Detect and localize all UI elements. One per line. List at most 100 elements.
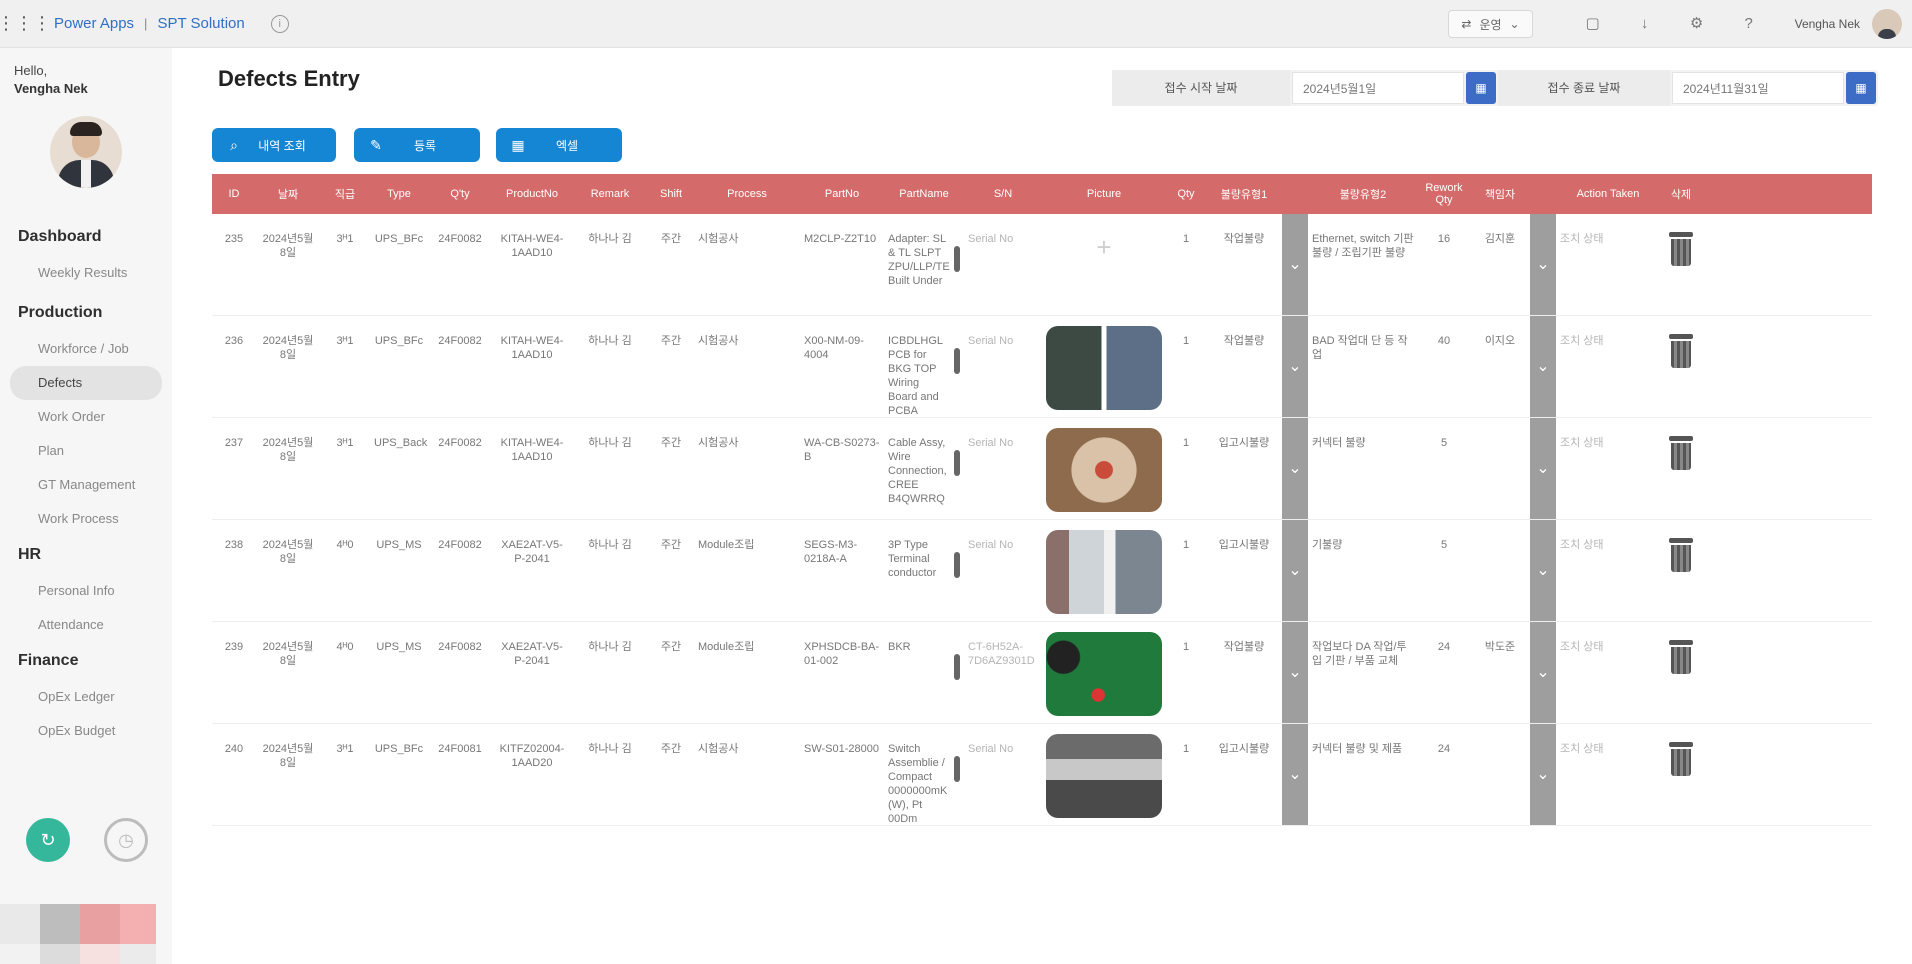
cell-shift: 주간 bbox=[660, 233, 682, 245]
chevron-down-icon[interactable]: ⌄ bbox=[1282, 724, 1308, 825]
end-date-calendar-icon[interactable]: ▦ bbox=[1846, 72, 1876, 104]
trash-icon[interactable] bbox=[1669, 436, 1693, 470]
column-header[interactable]: Action Taken bbox=[1556, 174, 1660, 214]
column-header[interactable]: Process bbox=[694, 174, 800, 214]
column-header[interactable]: ProductNo bbox=[492, 174, 572, 214]
table-row[interactable]: 240 2024년5월8일 3ᴴ1 UPS_BFc 24F0081 KITFZ02004-… bbox=[212, 724, 1872, 826]
table-row[interactable]: 235 2024년5월8일 3ᴴ1 UPS_BFc 24F0082 KITAH-WE4-1… bbox=[212, 214, 1872, 316]
column-header[interactable]: Qty bbox=[1166, 174, 1206, 214]
color-swatches bbox=[0, 894, 160, 964]
table-row[interactable]: 236 2024년5월8일 3ᴴ1 UPS_BFc 24F0082 KITAH-WE4-1… bbox=[212, 316, 1872, 418]
search-button-label: 내역 조회 bbox=[258, 138, 306, 153]
sidebar-item-personal-info[interactable]: Personal Info bbox=[10, 574, 162, 608]
column-header[interactable]: PartName bbox=[884, 174, 964, 214]
cell-action: 조치 상태 bbox=[1560, 233, 1604, 245]
sidebar-item-work-process[interactable]: Work Process bbox=[10, 502, 162, 536]
chevron-down-icon[interactable]: ⌄ bbox=[1530, 520, 1556, 621]
table-row[interactable]: 239 2024년5월8일 4ᴴ0 UPS_MS 24F0082 XAE2AT-V5-P-… bbox=[212, 622, 1872, 724]
start-date-input[interactable]: 2024년5월1일 bbox=[1292, 72, 1464, 104]
topbar-avatar[interactable] bbox=[1872, 9, 1902, 39]
table-row[interactable]: 237 2024년5월8일 3ᴴ1 UPS_Back 24F0082 KITAH-WE4-… bbox=[212, 418, 1872, 520]
column-header[interactable]: 불량유형1 bbox=[1206, 174, 1282, 214]
chevron-down-icon[interactable]: ⌄ bbox=[1282, 316, 1308, 417]
table-row[interactable]: 238 2024년5월8일 4ᴴ0 UPS_MS 24F0082 XAE2AT-V5-P-… bbox=[212, 520, 1872, 622]
add-photo-icon[interactable]: + bbox=[1046, 234, 1162, 260]
sidebar-item-attendance[interactable]: Attendance bbox=[10, 608, 162, 642]
column-header[interactable]: Remark bbox=[572, 174, 648, 214]
sidebar-item-gt-management[interactable]: GT Management bbox=[10, 468, 162, 502]
cell-owner: 김지훈 bbox=[1484, 233, 1516, 245]
gear-icon[interactable]: ⚙ bbox=[1687, 14, 1707, 34]
register-button[interactable]: ✎ 등록 bbox=[354, 128, 480, 162]
sidebar-item-defects[interactable]: Defects bbox=[10, 366, 162, 400]
download-icon[interactable]: ↓ bbox=[1635, 14, 1655, 34]
sidebar-item-plan[interactable]: Plan bbox=[10, 434, 162, 468]
column-header[interactable]: 책임자 bbox=[1470, 174, 1530, 214]
column-header[interactable]: Q'ty bbox=[428, 174, 492, 214]
chevron-down-icon[interactable]: ⌄ bbox=[1282, 520, 1308, 621]
column-header[interactable]: 직급 bbox=[320, 174, 370, 214]
trash-icon[interactable] bbox=[1669, 538, 1693, 572]
cell-rework: 5 bbox=[1440, 539, 1448, 551]
column-header[interactable]: Rework Qty bbox=[1418, 174, 1470, 214]
chevron-down-icon[interactable]: ⌄ bbox=[1530, 418, 1556, 519]
column-header[interactable] bbox=[1530, 174, 1556, 214]
cell-remark: 하나나 김 bbox=[588, 743, 632, 755]
topbar-user-name[interactable]: Vengha Nek bbox=[1795, 17, 1860, 31]
trash-icon[interactable] bbox=[1669, 232, 1693, 266]
column-header[interactable]: S/N bbox=[964, 174, 1042, 214]
trash-icon[interactable] bbox=[1669, 640, 1693, 674]
column-header[interactable]: Shift bbox=[648, 174, 694, 214]
column-header[interactable]: PartNo bbox=[800, 174, 884, 214]
search-button[interactable]: ⌕ 내역 조회 bbox=[212, 128, 336, 162]
sidebar-item-weekly-results[interactable]: Weekly Results bbox=[10, 256, 162, 290]
defect-photo[interactable] bbox=[1046, 530, 1162, 614]
chevron-down-icon[interactable]: ⌄ bbox=[1282, 622, 1308, 723]
chevron-down-icon[interactable]: ⌄ bbox=[1530, 724, 1556, 825]
info-icon[interactable]: i bbox=[270, 14, 289, 33]
cell-date: 2024년5월8일 bbox=[262, 233, 314, 259]
column-header[interactable]: 날짜 bbox=[256, 174, 320, 214]
app-title[interactable]: Power Apps bbox=[54, 15, 134, 32]
sidebar-item-opex-ledger[interactable]: OpEx Ledger bbox=[10, 680, 162, 714]
help-icon[interactable]: ? bbox=[1739, 14, 1759, 34]
column-header[interactable]: 삭제 bbox=[1660, 174, 1702, 214]
cell-scrollbar[interactable] bbox=[954, 324, 960, 414]
sidebar-item-opex-budget[interactable]: OpEx Budget bbox=[10, 714, 162, 748]
cell-scrollbar[interactable] bbox=[954, 426, 960, 516]
notification-icon[interactable]: ▢ bbox=[1583, 14, 1603, 34]
start-date-calendar-icon[interactable]: ▦ bbox=[1466, 72, 1496, 104]
excel-button[interactable]: ▦ 엑셀 bbox=[496, 128, 622, 162]
sidebar-item-work-order[interactable]: Work Order bbox=[10, 400, 162, 434]
sidebar-item-workforce[interactable]: Workforce / Job bbox=[10, 332, 162, 366]
chevron-down-icon[interactable]: ⌄ bbox=[1282, 214, 1308, 315]
chevron-down-icon[interactable]: ⌄ bbox=[1530, 316, 1556, 417]
nav-section-production: Production bbox=[18, 304, 103, 321]
refresh-icon[interactable]: ↻ bbox=[26, 818, 70, 862]
defect-photo[interactable] bbox=[1046, 632, 1162, 716]
cell-scrollbar[interactable] bbox=[954, 222, 960, 312]
cell-scrollbar[interactable] bbox=[954, 732, 960, 822]
solution-name[interactable]: SPT Solution bbox=[157, 15, 244, 32]
cell-part-name: Switch Assemblie / Compact 0000000mK (W)… bbox=[884, 724, 964, 825]
defect-photo[interactable] bbox=[1046, 734, 1162, 818]
clock-icon[interactable]: ◷ bbox=[104, 818, 148, 862]
column-header[interactable]: Type bbox=[370, 174, 428, 214]
environment-selector[interactable]: ⇄ 운영 ⌄ bbox=[1448, 10, 1533, 38]
end-date-input[interactable]: 2024년11월31일 bbox=[1672, 72, 1844, 104]
defect-photo[interactable] bbox=[1046, 326, 1162, 410]
chevron-down-icon[interactable]: ⌄ bbox=[1530, 622, 1556, 723]
app-launcher-icon[interactable]: ⋮⋮⋮ bbox=[0, 0, 51, 48]
trash-icon[interactable] bbox=[1669, 334, 1693, 368]
cell-scrollbar[interactable] bbox=[954, 528, 960, 618]
column-header[interactable]: Picture bbox=[1042, 174, 1166, 214]
chevron-down-icon[interactable]: ⌄ bbox=[1282, 418, 1308, 519]
cell-scrollbar[interactable] bbox=[954, 630, 960, 720]
column-header[interactable]: 불량유형2 bbox=[1308, 174, 1418, 214]
chevron-down-icon[interactable]: ⌄ bbox=[1530, 214, 1556, 315]
column-header[interactable] bbox=[1282, 174, 1308, 214]
column-header[interactable]: ID bbox=[212, 174, 256, 214]
defect-photo[interactable] bbox=[1046, 428, 1162, 512]
sidebar-nav: Dashboard Weekly Results Production Work… bbox=[0, 218, 172, 748]
trash-icon[interactable] bbox=[1669, 742, 1693, 776]
